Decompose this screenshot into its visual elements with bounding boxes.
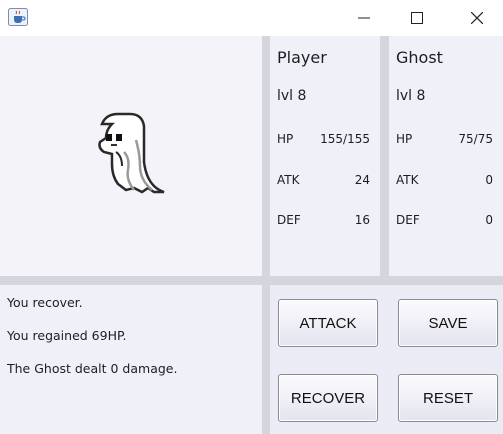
player-level: lvl 8 <box>277 88 307 104</box>
enemy-hp-label: HP <box>396 132 413 146</box>
player-hp-label: HP <box>277 132 294 146</box>
enemy-hp-value: 75/75 <box>458 132 493 146</box>
java-cup-icon <box>8 8 28 26</box>
player-def-value: 16 <box>354 213 370 227</box>
sprite-panel <box>0 36 262 276</box>
log-line: The Ghost dealt 0 damage. <box>7 361 178 376</box>
enemy-def-label: DEF <box>396 213 420 227</box>
title-bar <box>0 0 503 36</box>
game-content: Player lvl 8 HP 155/155 ATK 24 DEF 16 Gh… <box>0 36 503 434</box>
maximize-button[interactable] <box>394 0 440 36</box>
close-button[interactable] <box>454 0 500 36</box>
enemy-level: lvl 8 <box>396 88 426 104</box>
save-button[interactable]: SAVE <box>398 299 498 347</box>
ghost-sprite <box>98 112 165 194</box>
enemy-name: Ghost <box>396 48 443 67</box>
enemy-atk-value: 0 <box>485 173 493 187</box>
player-name: Player <box>277 48 327 67</box>
player-hp-row: HP 155/155 <box>277 132 370 146</box>
minimize-icon <box>358 17 370 19</box>
player-def-row: DEF 16 <box>277 213 370 227</box>
log-line: You regained 69HP. <box>7 328 127 343</box>
enemy-def-row: DEF 0 <box>396 213 493 227</box>
enemy-hp-row: HP 75/75 <box>396 132 493 146</box>
enemy-def-value: 0 <box>485 213 493 227</box>
minimize-button[interactable] <box>341 0 387 36</box>
log-line: You recover. <box>7 295 83 310</box>
enemy-atk-row: ATK 0 <box>396 173 493 187</box>
enemy-stats-panel: Ghost lvl 8 HP 75/75 ATK 0 DEF 0 <box>389 36 503 276</box>
player-atk-value: 24 <box>354 173 370 187</box>
player-atk-row: ATK 24 <box>277 173 370 187</box>
player-stats-panel: Player lvl 8 HP 155/155 ATK 24 DEF 16 <box>270 36 380 276</box>
reset-button[interactable]: RESET <box>398 374 498 422</box>
player-hp-value: 155/155 <box>320 132 370 146</box>
action-panel: ATTACK SAVE RECOVER RESET <box>270 285 503 434</box>
player-def-label: DEF <box>277 213 301 227</box>
maximize-icon <box>411 12 423 24</box>
recover-button[interactable]: RECOVER <box>278 374 378 422</box>
close-icon <box>471 12 483 24</box>
enemy-atk-label: ATK <box>396 173 419 187</box>
battle-log-panel: You recover. You regained 69HP. The Ghos… <box>0 285 262 434</box>
attack-button[interactable]: ATTACK <box>278 299 378 347</box>
player-atk-label: ATK <box>277 173 300 187</box>
